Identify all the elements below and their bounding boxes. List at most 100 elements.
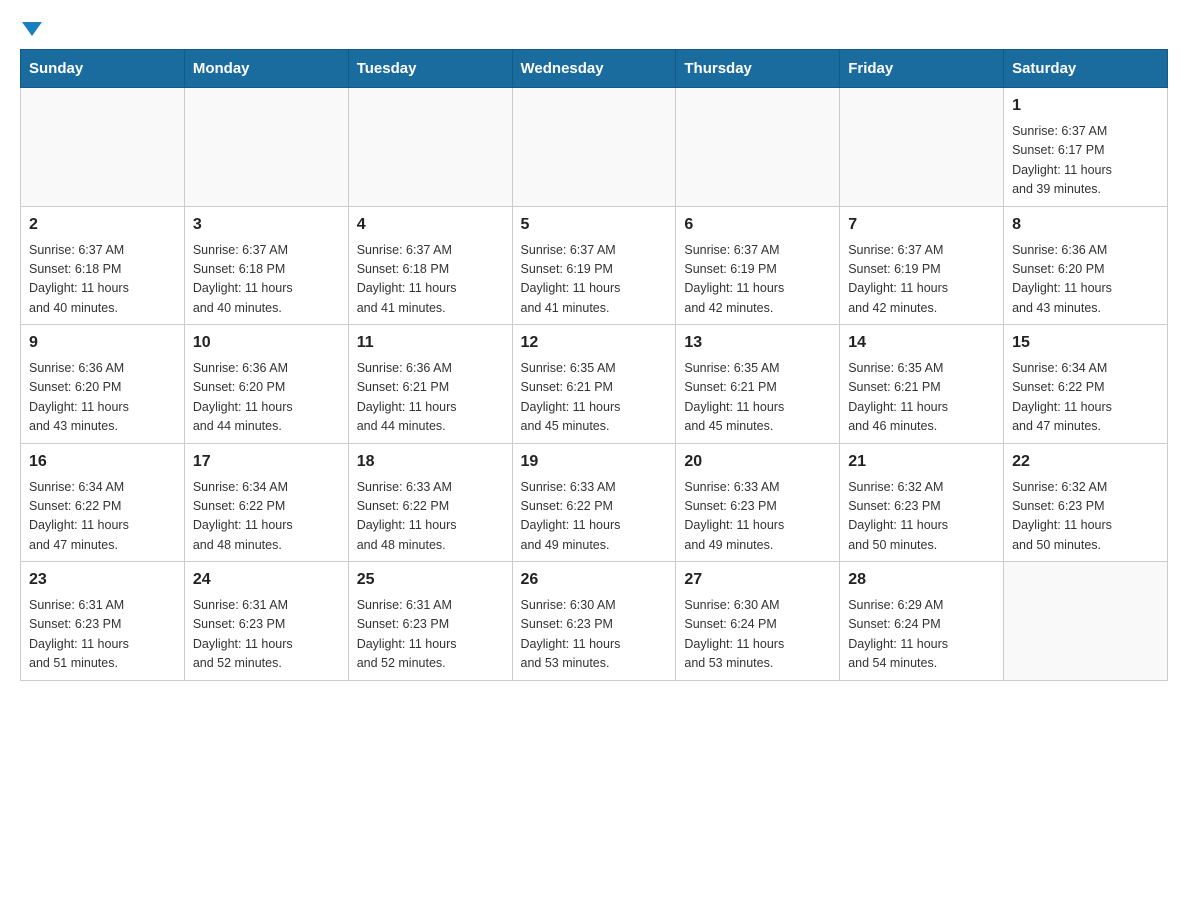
calendar-cell: 26 Sunrise: 6:30 AM Sunset: 6:23 PM Dayli… xyxy=(512,562,676,681)
day-number: 20 xyxy=(684,450,831,474)
day-number: 18 xyxy=(357,450,504,474)
day-info: Sunrise: 6:31 AM Sunset: 6:23 PM Dayligh… xyxy=(29,596,176,674)
calendar-cell: 4 Sunrise: 6:37 AM Sunset: 6:18 PM Daylig… xyxy=(348,206,512,325)
day-number: 15 xyxy=(1012,331,1159,355)
day-number: 14 xyxy=(848,331,995,355)
calendar-cell: 2 Sunrise: 6:37 AM Sunset: 6:18 PM Daylig… xyxy=(21,206,185,325)
day-info: Sunrise: 6:37 AM Sunset: 6:17 PM Dayligh… xyxy=(1012,122,1159,200)
day-info: Sunrise: 6:37 AM Sunset: 6:19 PM Dayligh… xyxy=(684,241,831,319)
day-info: Sunrise: 6:35 AM Sunset: 6:21 PM Dayligh… xyxy=(521,359,668,437)
day-number: 7 xyxy=(848,213,995,237)
day-info: Sunrise: 6:36 AM Sunset: 6:21 PM Dayligh… xyxy=(357,359,504,437)
day-info: Sunrise: 6:32 AM Sunset: 6:23 PM Dayligh… xyxy=(848,478,995,556)
day-info: Sunrise: 6:35 AM Sunset: 6:21 PM Dayligh… xyxy=(848,359,995,437)
day-number: 4 xyxy=(357,213,504,237)
day-info: Sunrise: 6:30 AM Sunset: 6:24 PM Dayligh… xyxy=(684,596,831,674)
day-info: Sunrise: 6:37 AM Sunset: 6:18 PM Dayligh… xyxy=(357,241,504,319)
calendar-week-row: 2 Sunrise: 6:37 AM Sunset: 6:18 PM Daylig… xyxy=(21,206,1168,325)
day-number: 16 xyxy=(29,450,176,474)
calendar-cell: 1 Sunrise: 6:37 AM Sunset: 6:17 PM Daylig… xyxy=(1004,88,1168,207)
day-number: 3 xyxy=(193,213,340,237)
day-number: 6 xyxy=(684,213,831,237)
calendar-cell xyxy=(1004,562,1168,681)
calendar-week-row: 16 Sunrise: 6:34 AM Sunset: 6:22 PM Dayli… xyxy=(21,443,1168,562)
day-info: Sunrise: 6:34 AM Sunset: 6:22 PM Dayligh… xyxy=(193,478,340,556)
day-info: Sunrise: 6:34 AM Sunset: 6:22 PM Dayligh… xyxy=(29,478,176,556)
day-number: 5 xyxy=(521,213,668,237)
calendar-cell xyxy=(184,88,348,207)
calendar-cell: 16 Sunrise: 6:34 AM Sunset: 6:22 PM Dayli… xyxy=(21,443,185,562)
calendar-cell: 11 Sunrise: 6:36 AM Sunset: 6:21 PM Dayli… xyxy=(348,325,512,444)
calendar-cell: 19 Sunrise: 6:33 AM Sunset: 6:22 PM Dayli… xyxy=(512,443,676,562)
day-number: 13 xyxy=(684,331,831,355)
day-info: Sunrise: 6:29 AM Sunset: 6:24 PM Dayligh… xyxy=(848,596,995,674)
day-info: Sunrise: 6:33 AM Sunset: 6:22 PM Dayligh… xyxy=(357,478,504,556)
calendar-cell: 18 Sunrise: 6:33 AM Sunset: 6:22 PM Dayli… xyxy=(348,443,512,562)
calendar-week-row: 9 Sunrise: 6:36 AM Sunset: 6:20 PM Daylig… xyxy=(21,325,1168,444)
day-info: Sunrise: 6:34 AM Sunset: 6:22 PM Dayligh… xyxy=(1012,359,1159,437)
day-info: Sunrise: 6:37 AM Sunset: 6:19 PM Dayligh… xyxy=(521,241,668,319)
calendar-cell: 22 Sunrise: 6:32 AM Sunset: 6:23 PM Dayli… xyxy=(1004,443,1168,562)
day-info: Sunrise: 6:30 AM Sunset: 6:23 PM Dayligh… xyxy=(521,596,668,674)
day-number: 12 xyxy=(521,331,668,355)
calendar-cell: 7Sunrise: 6:37 AM Sunset: 6:19 PM Daylig… xyxy=(840,206,1004,325)
weekday-header-row: SundayMondayTuesdayWednesdayThursdayFrid… xyxy=(21,50,1168,88)
calendar-cell: 5 Sunrise: 6:37 AM Sunset: 6:19 PM Daylig… xyxy=(512,206,676,325)
day-info: Sunrise: 6:36 AM Sunset: 6:20 PM Dayligh… xyxy=(193,359,340,437)
day-info: Sunrise: 6:33 AM Sunset: 6:23 PM Dayligh… xyxy=(684,478,831,556)
calendar-cell xyxy=(676,88,840,207)
weekday-header-monday: Monday xyxy=(184,50,348,88)
logo xyxy=(20,20,42,39)
day-info: Sunrise: 6:35 AM Sunset: 6:21 PM Dayligh… xyxy=(684,359,831,437)
calendar-cell: 12 Sunrise: 6:35 AM Sunset: 6:21 PM Dayli… xyxy=(512,325,676,444)
calendar-cell: 21 Sunrise: 6:32 AM Sunset: 6:23 PM Dayli… xyxy=(840,443,1004,562)
day-number: 23 xyxy=(29,568,176,592)
calendar-week-row: 23 Sunrise: 6:31 AM Sunset: 6:23 PM Dayli… xyxy=(21,562,1168,681)
weekday-header-sunday: Sunday xyxy=(21,50,185,88)
day-info: Sunrise: 6:37 AM Sunset: 6:18 PM Dayligh… xyxy=(193,241,340,319)
day-number: 19 xyxy=(521,450,668,474)
calendar-cell: 9 Sunrise: 6:36 AM Sunset: 6:20 PM Daylig… xyxy=(21,325,185,444)
day-info: Sunrise: 6:31 AM Sunset: 6:23 PM Dayligh… xyxy=(193,596,340,674)
day-number: 2 xyxy=(29,213,176,237)
calendar-cell: 15 Sunrise: 6:34 AM Sunset: 6:22 PM Dayli… xyxy=(1004,325,1168,444)
day-info: Sunrise: 6:36 AM Sunset: 6:20 PM Dayligh… xyxy=(1012,241,1159,319)
day-info: Sunrise: 6:33 AM Sunset: 6:22 PM Dayligh… xyxy=(521,478,668,556)
calendar-cell: 8Sunrise: 6:36 AM Sunset: 6:20 PM Daylig… xyxy=(1004,206,1168,325)
calendar-cell: 27 Sunrise: 6:30 AM Sunset: 6:24 PM Dayli… xyxy=(676,562,840,681)
calendar-cell xyxy=(21,88,185,207)
calendar-cell: 6 Sunrise: 6:37 AM Sunset: 6:19 PM Daylig… xyxy=(676,206,840,325)
day-number: 24 xyxy=(193,568,340,592)
day-info: Sunrise: 6:36 AM Sunset: 6:20 PM Dayligh… xyxy=(29,359,176,437)
calendar-cell: 25 Sunrise: 6:31 AM Sunset: 6:23 PM Dayli… xyxy=(348,562,512,681)
day-number: 27 xyxy=(684,568,831,592)
calendar-table: SundayMondayTuesdayWednesdayThursdayFrid… xyxy=(20,49,1168,681)
calendar-cell: 13 Sunrise: 6:35 AM Sunset: 6:21 PM Dayli… xyxy=(676,325,840,444)
day-number: 22 xyxy=(1012,450,1159,474)
weekday-header-saturday: Saturday xyxy=(1004,50,1168,88)
calendar-cell: 14 Sunrise: 6:35 AM Sunset: 6:21 PM Dayli… xyxy=(840,325,1004,444)
calendar-cell: 10 Sunrise: 6:36 AM Sunset: 6:20 PM Dayli… xyxy=(184,325,348,444)
day-number: 9 xyxy=(29,331,176,355)
day-number: 10 xyxy=(193,331,340,355)
day-info: Sunrise: 6:32 AM Sunset: 6:23 PM Dayligh… xyxy=(1012,478,1159,556)
day-number: 26 xyxy=(521,568,668,592)
calendar-week-row: 1 Sunrise: 6:37 AM Sunset: 6:17 PM Daylig… xyxy=(21,88,1168,207)
calendar-cell xyxy=(840,88,1004,207)
day-number: 1 xyxy=(1012,94,1159,118)
calendar-cell: 20 Sunrise: 6:33 AM Sunset: 6:23 PM Dayli… xyxy=(676,443,840,562)
weekday-header-wednesday: Wednesday xyxy=(512,50,676,88)
calendar-cell: 23 Sunrise: 6:31 AM Sunset: 6:23 PM Dayli… xyxy=(21,562,185,681)
calendar-cell xyxy=(512,88,676,207)
day-info: Sunrise: 6:31 AM Sunset: 6:23 PM Dayligh… xyxy=(357,596,504,674)
calendar-cell: 28Sunrise: 6:29 AM Sunset: 6:24 PM Dayli… xyxy=(840,562,1004,681)
weekday-header-friday: Friday xyxy=(840,50,1004,88)
weekday-header-thursday: Thursday xyxy=(676,50,840,88)
day-number: 11 xyxy=(357,331,504,355)
day-number: 21 xyxy=(848,450,995,474)
day-info: Sunrise: 6:37 AM Sunset: 6:18 PM Dayligh… xyxy=(29,241,176,319)
calendar-cell: 3 Sunrise: 6:37 AM Sunset: 6:18 PM Daylig… xyxy=(184,206,348,325)
day-number: 25 xyxy=(357,568,504,592)
calendar-cell: 24 Sunrise: 6:31 AM Sunset: 6:23 PM Dayli… xyxy=(184,562,348,681)
day-number: 17 xyxy=(193,450,340,474)
